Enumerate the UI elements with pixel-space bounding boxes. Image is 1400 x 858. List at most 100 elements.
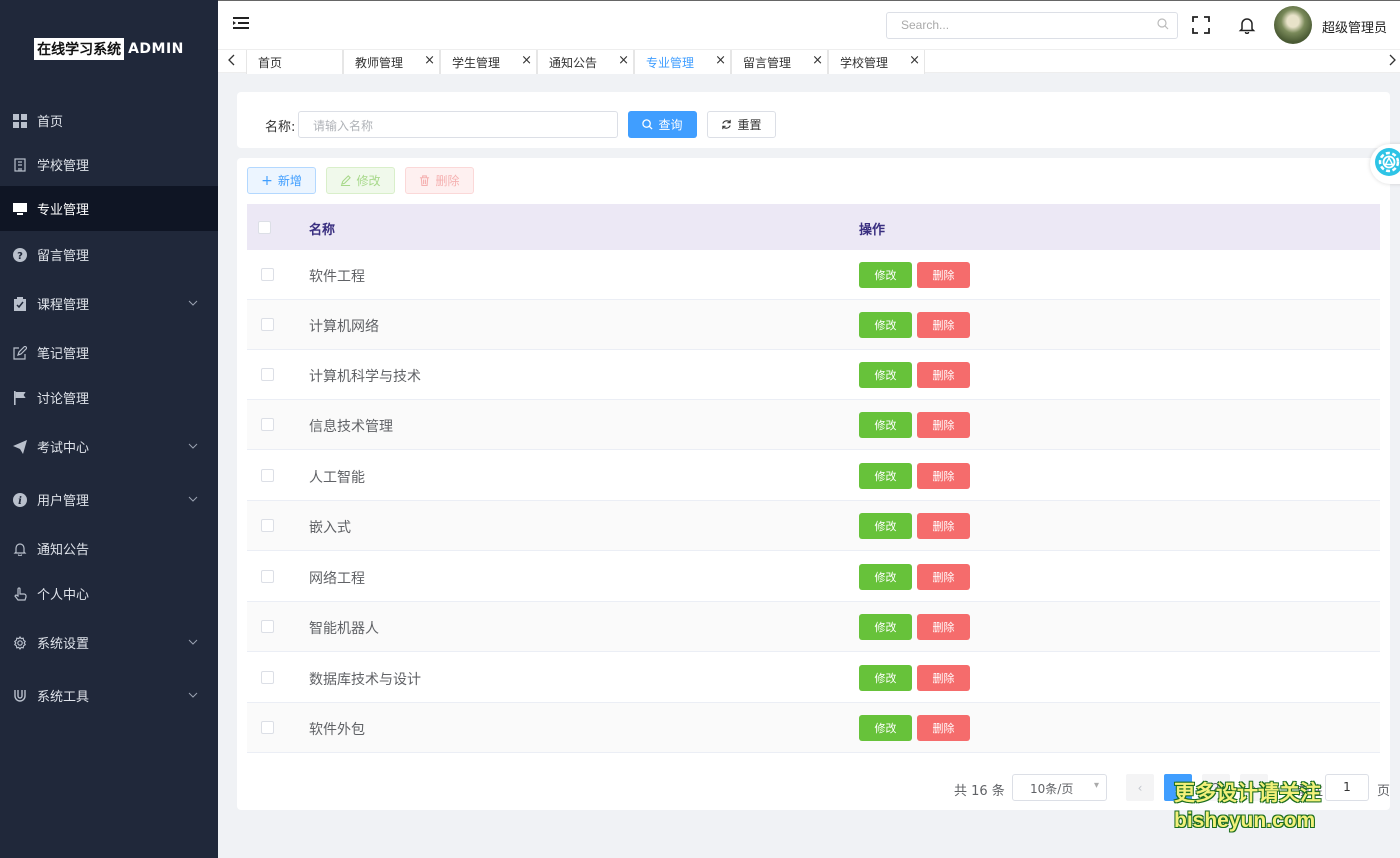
fullscreen-icon[interactable] xyxy=(1192,16,1210,38)
sidebar-item-school[interactable]: 学校管理 xyxy=(0,142,218,187)
table-row: 软件外包 修改 删除 xyxy=(247,703,1380,753)
sidebar-item-label: 专业管理 xyxy=(37,203,90,218)
prev-page-button[interactable]: ‹ xyxy=(1126,774,1154,801)
name-placeholder: 请输入名称 xyxy=(313,119,374,133)
search-icon xyxy=(1157,18,1169,33)
row-edit-button[interactable]: 修改 xyxy=(859,564,912,590)
tab-notice[interactable]: 通知公告 × xyxy=(537,50,634,74)
row-delete-button[interactable]: 删除 xyxy=(917,564,970,590)
tabs-bar: 首页 教师管理 × 学生管理 × 通知公告 × 专业管理 × 留言管理 × 学校… xyxy=(218,49,1400,74)
row-checkbox[interactable] xyxy=(261,368,274,381)
sidebar-item-label: 学校管理 xyxy=(37,159,90,174)
delete-button[interactable]: 删除 xyxy=(405,167,474,194)
sidebar-item-profile[interactable]: 个人中心 xyxy=(0,571,218,616)
row-checkbox[interactable] xyxy=(261,318,274,331)
close-icon[interactable]: × xyxy=(715,53,726,68)
search-input[interactable]: Search... xyxy=(886,12,1178,39)
row-checkbox[interactable] xyxy=(261,469,274,482)
row-checkbox[interactable] xyxy=(261,268,274,281)
flag-icon xyxy=(12,390,28,406)
table-row: 网络工程 修改 删除 xyxy=(247,552,1380,602)
close-icon[interactable]: × xyxy=(909,53,920,68)
sidebar-item-home[interactable]: 首页 xyxy=(0,98,218,143)
tab-home[interactable]: 首页 xyxy=(246,50,343,74)
row-name: 智能机器人 xyxy=(309,621,379,637)
floating-settings-button[interactable] xyxy=(1370,144,1400,184)
gear-icon xyxy=(12,635,28,651)
row-name: 信息技术管理 xyxy=(309,419,393,435)
tab-major[interactable]: 专业管理 × xyxy=(634,50,731,74)
row-delete-button[interactable]: 删除 xyxy=(917,262,970,288)
close-icon[interactable]: × xyxy=(618,53,629,68)
building-icon xyxy=(12,157,28,173)
tab-message[interactable]: 留言管理 × xyxy=(731,50,828,74)
row-delete-button[interactable]: 删除 xyxy=(917,463,970,489)
filter-card: 名称: 请输入名称 查询 重置 xyxy=(237,92,1390,148)
row-edit-button[interactable]: 修改 xyxy=(859,362,912,388)
row-delete-button[interactable]: 删除 xyxy=(917,412,970,438)
select-all-checkbox[interactable] xyxy=(258,221,271,234)
column-header-name: 名称 xyxy=(309,223,336,238)
svg-text:i: i xyxy=(18,496,22,507)
row-checkbox[interactable] xyxy=(261,418,274,431)
row-checkbox[interactable] xyxy=(261,570,274,583)
page-size-select[interactable]: 10条/页 ▾ xyxy=(1012,774,1107,801)
row-edit-button[interactable]: 修改 xyxy=(859,463,912,489)
sidebar-item-tools[interactable]: 系统工具 xyxy=(0,673,218,718)
row-checkbox[interactable] xyxy=(261,671,274,684)
avatar[interactable] xyxy=(1274,6,1312,44)
row-delete-button[interactable]: 删除 xyxy=(917,715,970,741)
edit-button[interactable]: 修改 xyxy=(326,167,395,194)
row-checkbox[interactable] xyxy=(261,721,274,734)
search-icon xyxy=(642,119,654,130)
add-button[interactable]: + 新增 xyxy=(247,167,316,194)
sidebar-item-message[interactable]: ? 留言管理 xyxy=(0,232,218,277)
sidebar-item-exam[interactable]: 考试中心 xyxy=(0,424,218,469)
tab-student[interactable]: 学生管理 × xyxy=(440,50,537,74)
close-icon[interactable]: × xyxy=(521,53,532,68)
row-delete-button[interactable]: 删除 xyxy=(917,362,970,388)
notification-bell-icon[interactable] xyxy=(1238,16,1256,38)
sidebar-item-course[interactable]: 课程管理 xyxy=(0,281,218,326)
sidebar-item-notes[interactable]: 笔记管理 xyxy=(0,330,218,375)
tabs-scroll-right-icon[interactable] xyxy=(1386,53,1400,71)
sidebar-item-discussion[interactable]: 讨论管理 xyxy=(0,375,218,420)
edit-icon xyxy=(12,345,28,361)
table-row: 信息技术管理 修改 删除 xyxy=(247,400,1380,450)
row-edit-button[interactable]: 修改 xyxy=(859,312,912,338)
close-icon[interactable]: × xyxy=(812,53,823,68)
table-row: 数据库技术与设计 修改 删除 xyxy=(247,653,1380,703)
top-header: Search... 超级管理员 xyxy=(218,0,1400,49)
row-edit-button[interactable]: 修改 xyxy=(859,412,912,438)
row-edit-button[interactable]: 修改 xyxy=(859,513,912,539)
tab-school[interactable]: 学校管理 × xyxy=(828,50,925,74)
sidebar-item-label: 课程管理 xyxy=(37,298,90,313)
row-checkbox[interactable] xyxy=(261,620,274,633)
row-delete-button[interactable]: 删除 xyxy=(917,312,970,338)
table-row: 人工智能 修改 删除 xyxy=(247,451,1380,501)
reset-button[interactable]: 重置 xyxy=(707,111,776,138)
username[interactable]: 超级管理员 xyxy=(1322,17,1387,36)
row-delete-button[interactable]: 删除 xyxy=(917,614,970,640)
hamburger-icon[interactable] xyxy=(233,16,249,34)
row-edit-button[interactable]: 修改 xyxy=(859,614,912,640)
sidebar-item-notice[interactable]: 通知公告 xyxy=(0,526,218,571)
row-delete-button[interactable]: 删除 xyxy=(917,665,970,691)
name-input[interactable]: 请输入名称 xyxy=(298,111,618,138)
sidebar-item-settings[interactable]: 系统设置 xyxy=(0,620,218,665)
tabs-scroll-left-icon[interactable] xyxy=(224,53,238,71)
sidebar-item-user[interactable]: i 用户管理 xyxy=(0,477,218,522)
chevron-down-icon xyxy=(188,491,198,506)
close-icon[interactable]: × xyxy=(424,53,435,68)
row-edit-button[interactable]: 修改 xyxy=(859,715,912,741)
sidebar-item-major[interactable]: 专业管理 xyxy=(0,186,218,231)
tab-label: 留言管理 xyxy=(743,56,792,70)
query-button[interactable]: 查询 xyxy=(628,111,697,138)
tab-teacher[interactable]: 教师管理 × xyxy=(343,50,440,74)
row-name: 软件工程 xyxy=(309,269,365,285)
row-edit-button[interactable]: 修改 xyxy=(859,262,912,288)
row-delete-button[interactable]: 删除 xyxy=(917,513,970,539)
question-icon: ? xyxy=(12,247,28,263)
row-edit-button[interactable]: 修改 xyxy=(859,665,912,691)
row-checkbox[interactable] xyxy=(261,519,274,532)
